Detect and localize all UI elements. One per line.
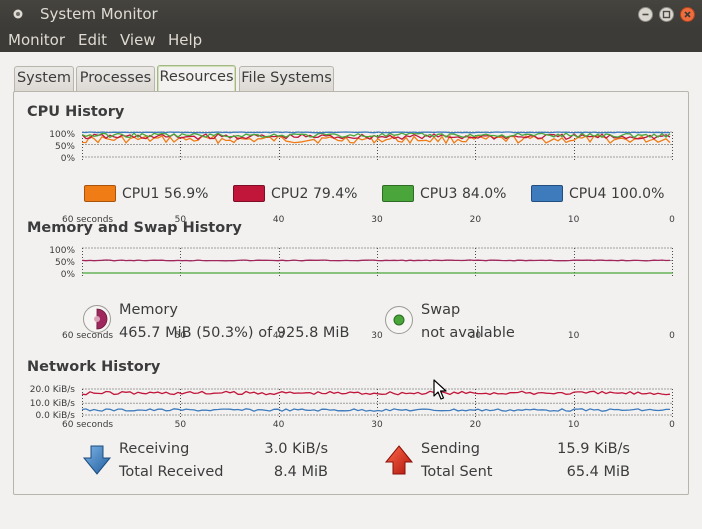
cpu2-color-swatch[interactable]	[233, 185, 265, 202]
sending-label: Sending	[421, 441, 480, 457]
x-tick-label: 10	[567, 331, 580, 341]
memory-history-graph	[82, 247, 673, 276]
x-tick-label: 20	[469, 215, 482, 225]
window-title: System Monitor	[40, 5, 158, 23]
x-tick-label: 40	[272, 420, 285, 430]
menu-monitor[interactable]: Monitor	[8, 31, 65, 49]
window-body: System Processes Resources File Systems …	[0, 52, 702, 529]
cpu-history-graph	[82, 131, 673, 160]
memory-label: Memory	[119, 302, 178, 318]
mouse-cursor-icon	[433, 379, 447, 400]
total-received-value: 8.4 MiB	[273, 464, 328, 480]
maximize-icon	[659, 7, 674, 22]
x-tick-label: 0	[669, 331, 675, 341]
cpu1-value: 56.9%	[164, 186, 209, 202]
cpu4-color-swatch[interactable]	[531, 185, 563, 202]
cpu1-label: CPU1	[122, 186, 160, 202]
tab-file-systems[interactable]: File Systems	[239, 66, 334, 92]
x-tick-label: 0	[669, 215, 675, 225]
cpu-history-title: CPU History	[27, 104, 125, 120]
mem-ytick-100: 100%	[49, 246, 75, 256]
memory-value: 465.7 MiB (50.3%) of 925.8 MiB	[119, 325, 350, 341]
x-tick-label: 30	[371, 420, 383, 430]
cpu3-value: 84.0%	[462, 186, 507, 202]
maximize-button[interactable]	[659, 7, 674, 22]
tab-resources[interactable]: Resources	[157, 65, 236, 93]
x-tick-label: 40	[272, 215, 285, 225]
tab-system[interactable]: System	[14, 66, 74, 92]
x-tick-label: 0	[669, 420, 675, 430]
sending-arrow-icon	[384, 445, 414, 475]
memory-trace-line	[82, 259, 671, 262]
memory-usage-pie[interactable]	[82, 304, 112, 334]
menu-bar: Monitor Edit View Help	[0, 28, 702, 52]
tab-processes[interactable]: Processes	[76, 66, 155, 92]
cpu4-value: 100.0%	[611, 186, 665, 202]
network-history-graph	[82, 388, 673, 418]
cpu-ytick-50: 50%	[54, 142, 75, 152]
network-history-title: Network History	[27, 359, 161, 375]
cpu-trace-line	[82, 131, 671, 134]
close-icon	[680, 7, 695, 22]
x-tick-label: 10	[567, 420, 580, 430]
receiving-arrow-icon	[82, 445, 112, 475]
receiving-value: 3.0 KiB/s	[264, 441, 328, 457]
cpu2-label: CPU2	[271, 186, 309, 202]
menu-edit[interactable]: Edit	[78, 31, 107, 49]
mem-ytick-50: 50%	[54, 258, 75, 268]
x-tick-label: 60 seconds	[62, 420, 114, 430]
total-received-label: Total Received	[119, 464, 224, 480]
swap-value: not available	[421, 325, 515, 341]
sending-value: 15.9 KiB/s	[557, 441, 630, 457]
app-icon	[13, 9, 23, 19]
total-sent-value: 65.4 MiB	[566, 464, 630, 480]
x-tick-label: 50	[174, 420, 187, 430]
pie-center	[94, 316, 100, 322]
menu-view[interactable]: View	[120, 31, 156, 49]
memory-history-title: Memory and Swap History	[27, 220, 242, 236]
cpu2-value: 79.4%	[313, 186, 358, 202]
net-ytick-20: 20.0 KiB/s	[29, 385, 75, 395]
menu-help[interactable]: Help	[168, 31, 202, 49]
cpu3-color-swatch[interactable]	[382, 185, 414, 202]
cpu-ytick-100: 100%	[49, 130, 75, 140]
minimize-button[interactable]	[638, 7, 653, 22]
cpu4-label: CPU4	[569, 186, 607, 202]
swap-usage-pie[interactable]	[384, 305, 414, 335]
sending-trace-line	[82, 390, 671, 396]
cpu1-color-swatch[interactable]	[84, 185, 116, 202]
close-button[interactable]	[680, 7, 695, 22]
cpu-ytick-0: 0%	[60, 154, 75, 164]
minimize-icon	[638, 7, 653, 22]
title-bar: System Monitor	[0, 0, 702, 28]
cpu3-label: CPU3	[420, 186, 458, 202]
total-sent-label: Total Sent	[421, 464, 493, 480]
x-tick-label: 20	[469, 420, 482, 430]
net-ytick-10: 10.0 KiB/s	[29, 399, 75, 409]
x-tick-label: 10	[567, 215, 580, 225]
mem-ytick-0: 0%	[60, 270, 75, 280]
receiving-label: Receiving	[119, 441, 190, 457]
swap-label: Swap	[421, 302, 461, 318]
x-tick-label: 30	[371, 215, 383, 225]
receiving-trace-line	[82, 408, 670, 412]
